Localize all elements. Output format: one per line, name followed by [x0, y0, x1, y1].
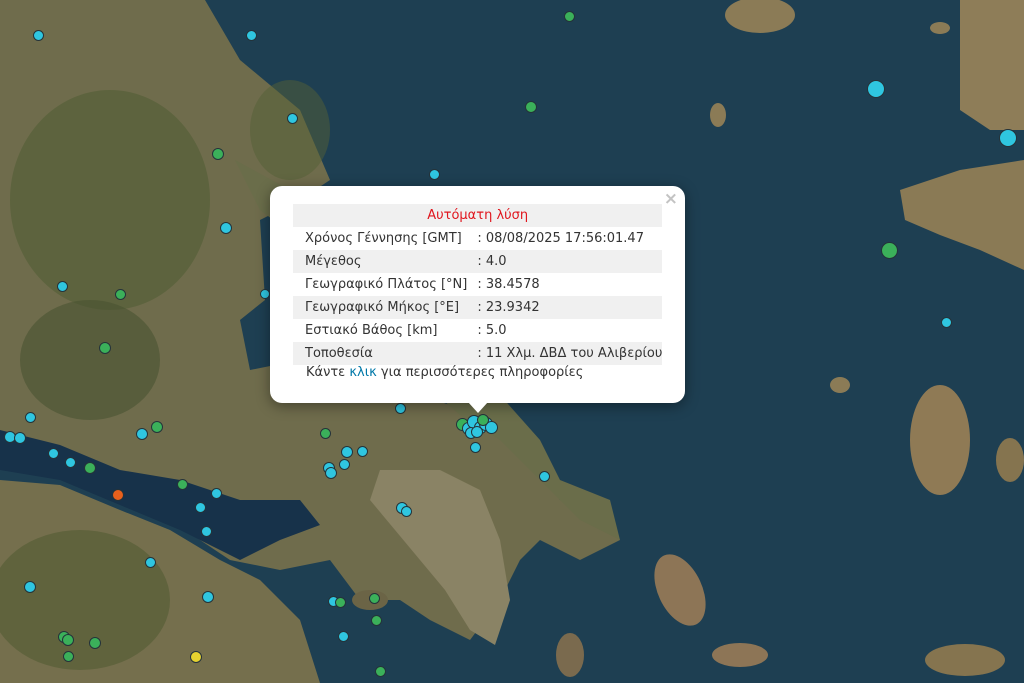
earthquake-marker[interactable]: [428, 168, 440, 180]
more-info-link[interactable]: κλικ: [349, 365, 376, 380]
earthquake-marker[interactable]: [374, 665, 386, 677]
detail-row-origin-time: Χρόνος Γέννησης [GMT] : 08/08/2025 17:56…: [293, 227, 662, 250]
detail-value: : 11 Χλμ. ΔΒΔ του Αλιβερίου: [467, 342, 663, 365]
earthquake-marker[interactable]: [84, 462, 96, 474]
detail-label: Γεωγραφικό Μήκος [°E]: [293, 296, 468, 319]
detail-label: Μέγεθος: [293, 250, 468, 273]
earthquake-marker[interactable]: [394, 402, 406, 414]
more-info-suffix: για περισσότερες πληροφορίες: [376, 365, 584, 380]
earthquake-marker[interactable]: [32, 29, 44, 41]
earthquake-marker[interactable]: [999, 129, 1017, 147]
earthquake-marker[interactable]: [471, 426, 483, 438]
earthquake-marker[interactable]: [151, 421, 163, 433]
popup-title: Αυτόματη λύση: [293, 204, 663, 227]
earthquake-marker[interactable]: [338, 458, 350, 470]
detail-label: Γεωγραφικό Πλάτος [°N]: [305, 277, 468, 292]
island: [925, 644, 1005, 676]
earthquake-marker[interactable]: [400, 505, 412, 517]
earthquake-marker[interactable]: [334, 596, 346, 608]
earthquake-marker[interactable]: [469, 441, 481, 453]
earthquake-marker[interactable]: [144, 556, 156, 568]
detail-row-magnitude: Μέγεθος : 4.0: [293, 250, 663, 273]
map-view[interactable]: × Αυτόματη λύση Χρόνος Γέννησης [GMT] : …: [0, 0, 1024, 683]
earthquake-marker[interactable]: [24, 581, 36, 593]
detail-value: : 08/08/2025 17:56:01.47: [477, 231, 644, 246]
earthquake-marker[interactable]: [356, 445, 368, 457]
detail-row-latitude: Γεωγραφικό Πλάτος [°N] : 38.4578: [293, 273, 662, 296]
mountain-range: [20, 300, 160, 420]
earthquake-marker[interactable]: [210, 487, 222, 499]
earthquake-marker[interactable]: [260, 289, 270, 299]
earthquake-marker[interactable]: [563, 10, 575, 22]
earthquake-marker[interactable]: [62, 650, 74, 662]
detail-row-depth: Εστιακό Βάθος [km] : 5.0: [293, 319, 662, 342]
earthquake-marker[interactable]: [940, 316, 952, 328]
earthquake-marker[interactable]: [47, 447, 59, 459]
island: [930, 22, 950, 34]
earthquake-marker[interactable]: [190, 651, 202, 663]
earthquake-marker[interactable]: [89, 637, 101, 649]
earthquake-marker[interactable]: [341, 446, 353, 458]
earthquake-marker[interactable]: [99, 342, 111, 354]
earthquake-marker[interactable]: [538, 470, 550, 482]
earthquake-marker[interactable]: [212, 148, 224, 160]
earthquake-marker[interactable]: [176, 478, 188, 490]
earthquake-marker[interactable]: [477, 414, 489, 426]
detail-row-longitude: Γεωγραφικό Μήκος [°E] : 23.9342: [293, 296, 663, 319]
mountain-range: [250, 80, 330, 180]
earthquake-marker[interactable]: [368, 592, 380, 604]
earthquake-marker[interactable]: [286, 112, 298, 124]
detail-label: Χρόνος Γέννησης [GMT]: [305, 231, 462, 246]
earthquake-marker[interactable]: [200, 525, 212, 537]
detail-value: : 38.4578: [477, 277, 540, 292]
earthquake-marker[interactable]: [867, 80, 885, 98]
island: [556, 633, 584, 677]
earthquake-marker[interactable]: [245, 29, 257, 41]
earthquake-info-popup: × Αυτόματη λύση Χρόνος Γέννησης [GMT] : …: [270, 186, 685, 403]
detail-value: : 5.0: [477, 323, 507, 338]
detail-value: : 4.0: [467, 250, 663, 273]
earthquake-marker[interactable]: [325, 467, 337, 479]
earthquake-marker[interactable]: [337, 630, 349, 642]
earthquake-marker[interactable]: [64, 456, 76, 468]
earthquake-marker[interactable]: [14, 432, 26, 444]
earthquake-marker[interactable]: [112, 489, 124, 501]
island: [712, 643, 768, 667]
earthquake-marker[interactable]: [319, 427, 331, 439]
more-info-prefix: Κάντε: [306, 365, 350, 380]
island-northeast: [960, 0, 1024, 130]
island: [910, 385, 970, 495]
popup-title-row: Αυτόματη λύση: [293, 204, 663, 227]
earthquake-marker[interactable]: [220, 222, 232, 234]
detail-label: Εστιακό Βάθος [km]: [305, 323, 438, 338]
earthquake-marker[interactable]: [880, 241, 898, 259]
earthquake-marker[interactable]: [194, 501, 206, 513]
earthquake-marker[interactable]: [114, 288, 126, 300]
earthquake-marker[interactable]: [202, 591, 214, 603]
island: [710, 103, 726, 127]
earthquake-marker[interactable]: [56, 280, 68, 292]
mountain-range: [10, 90, 210, 310]
detail-row-location: Τοποθεσία : 11 Χλμ. ΔΒΔ του Αλιβερίου: [293, 342, 663, 365]
popup-tip: [468, 402, 488, 413]
earthquake-marker[interactable]: [370, 614, 382, 626]
detail-value: : 23.9342: [467, 296, 663, 319]
more-info-line: Κάντε κλικ για περισσότερες πληροφορίες: [306, 365, 583, 380]
earthquake-details-table: Αυτόματη λύση Χρόνος Γέννησης [GMT] : 08…: [293, 204, 663, 365]
close-icon[interactable]: ×: [664, 189, 678, 209]
earthquake-marker[interactable]: [136, 428, 148, 440]
earthquake-marker[interactable]: [24, 411, 36, 423]
earthquake-marker[interactable]: [62, 634, 74, 646]
detail-label: Τοποθεσία: [293, 342, 468, 365]
island: [830, 377, 850, 393]
earthquake-marker[interactable]: [525, 101, 537, 113]
island: [996, 438, 1024, 482]
